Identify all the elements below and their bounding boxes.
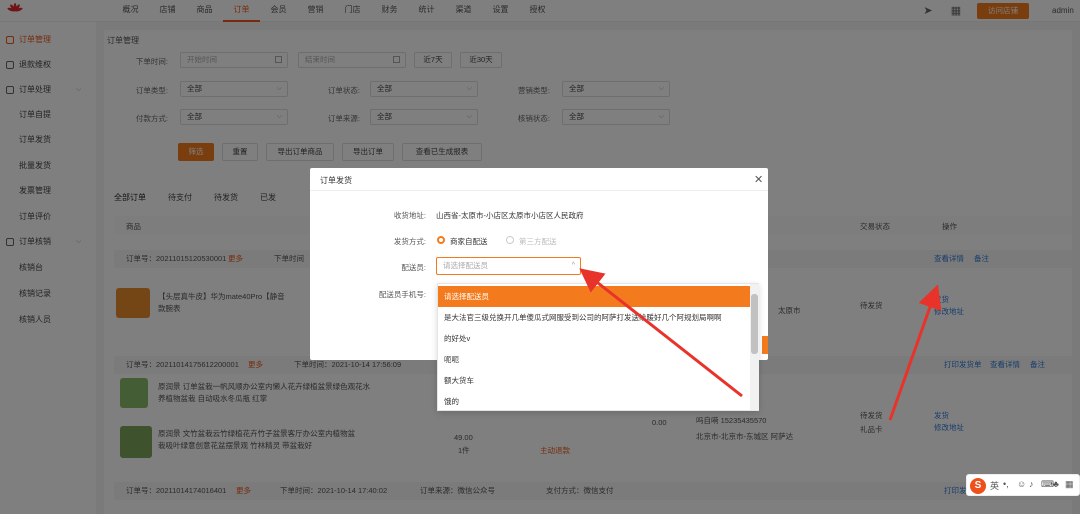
annotation-arrow xyxy=(888,284,942,421)
mic-icon[interactable]: ♪ xyxy=(1029,479,1034,489)
ime-toolbar[interactable]: S 英 •, ☺ ♪ ⌨ ♣ ▦ xyxy=(966,474,1080,496)
ime-language[interactable]: 英 xyxy=(990,479,999,492)
toolbox-icon[interactable]: ▦ xyxy=(1065,479,1074,490)
skin-icon[interactable]: ♣ xyxy=(1053,479,1059,489)
sogou-icon[interactable]: S xyxy=(970,478,986,494)
punctuation-icon[interactable]: •, xyxy=(1003,479,1009,489)
annotation-arrows xyxy=(579,268,942,421)
annotation-arrow xyxy=(579,268,743,398)
emoji-icon[interactable]: ☺ xyxy=(1017,479,1026,489)
